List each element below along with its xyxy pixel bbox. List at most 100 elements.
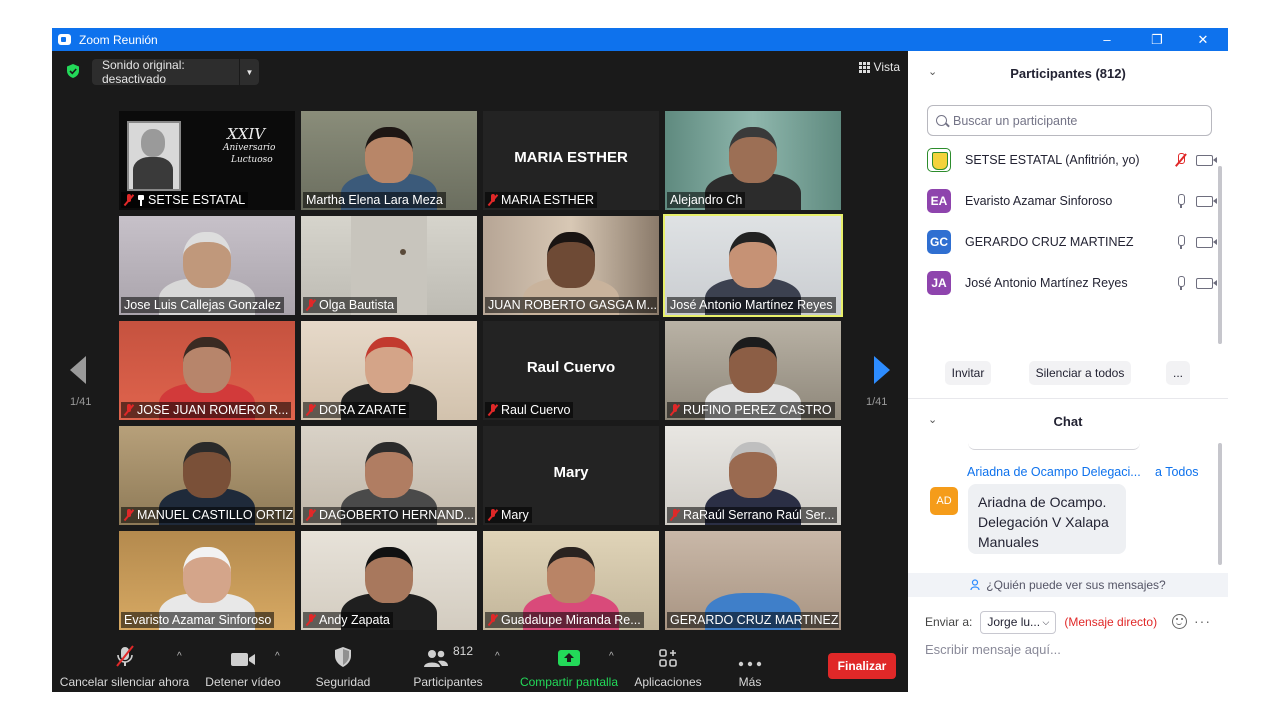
- participant-video-tile[interactable]: JOSE JUAN ROMERO R...: [119, 321, 295, 420]
- previous-page-arrow-icon[interactable]: [70, 356, 86, 384]
- close-button[interactable]: ✕: [1180, 28, 1226, 51]
- participant-video-tile[interactable]: Jose Luis Callejas Gonzalez: [119, 216, 295, 315]
- video-camera-icon[interactable]: [1196, 154, 1217, 166]
- participant-row[interactable]: GC GERARDO CRUZ MARTINEZ: [927, 226, 1217, 258]
- chat-scrollbar[interactable]: [1218, 443, 1222, 565]
- chat-more-icon[interactable]: ···: [1194, 613, 1211, 629]
- security-button[interactable]: Seguridad: [310, 640, 376, 692]
- mute-all-button[interactable]: Silenciar a todos: [1029, 361, 1131, 385]
- participant-name-label: DORA ZARATE: [303, 402, 410, 418]
- microphone-muted-icon[interactable]: [1174, 153, 1188, 167]
- participant-video-tile[interactable]: Martha Elena Lara Meza: [301, 111, 477, 210]
- unmute-label: Cancelar silenciar ahora: [59, 675, 190, 689]
- participant-video-tile[interactable]: GERARDO CRUZ MARTINEZ: [665, 531, 841, 630]
- collapse-chat-chevron-icon[interactable]: ⌄: [928, 413, 937, 426]
- video-area: Sonido original: desactivado ▼ Vista 1/4…: [52, 51, 908, 640]
- emoji-icon[interactable]: [1172, 614, 1187, 629]
- participant-name: DORA ZARATE: [319, 403, 407, 417]
- microphone-muted-icon: [306, 614, 316, 626]
- original-sound-dropdown[interactable]: ▼: [239, 59, 259, 85]
- participant-video-tile[interactable]: RUFINO PEREZ CASTRO: [665, 321, 841, 420]
- apps-label: Aplicaciones: [634, 675, 702, 689]
- collapse-participants-chevron-icon[interactable]: ⌄: [928, 65, 937, 78]
- participant-name: José Antonio Martínez Reyes: [670, 298, 833, 312]
- invite-button[interactable]: Invitar: [945, 361, 991, 385]
- chat-header: ⌄ Chat: [908, 399, 1228, 443]
- chat-recipient: a Todos: [1155, 465, 1199, 479]
- send-to-label: Enviar a:: [925, 615, 973, 629]
- unmute-button[interactable]: Cancelar silenciar ahora: [59, 640, 190, 692]
- participant-video-tile[interactable]: José Antonio Martínez Reyes: [663, 214, 843, 317]
- microphone-icon[interactable]: [1174, 194, 1188, 208]
- participant-video-tile[interactable]: Olga Bautista: [301, 216, 477, 315]
- audio-options-caret-icon[interactable]: ^: [177, 651, 182, 662]
- microphone-muted-icon: [115, 645, 134, 667]
- microphone-muted-icon: [488, 404, 498, 416]
- participant-video-tile[interactable]: Andy Zapata: [301, 531, 477, 630]
- minimize-button[interactable]: –: [1084, 28, 1130, 51]
- send-to-select[interactable]: Jorge lu... ⌵: [980, 610, 1057, 634]
- participant-video-tile[interactable]: Guadalupe Miranda Re...: [483, 531, 659, 630]
- participant-video-tile[interactable]: Evaristo Azamar Sinforoso: [119, 531, 295, 630]
- participant-name-label: Olga Bautista: [303, 297, 398, 313]
- participant-row[interactable]: JA José Antonio Martínez Reyes: [927, 267, 1217, 299]
- chat-sender-avatar: AD: [930, 487, 958, 515]
- microphone-icon[interactable]: [1174, 235, 1188, 249]
- chat-sender-name[interactable]: Ariadna de Ocampo Delegaci...: [967, 465, 1141, 479]
- participant-row[interactable]: EA Evaristo Azamar Sinforoso: [927, 185, 1217, 217]
- participant-video-tile[interactable]: DORA ZARATE: [301, 321, 477, 420]
- video-camera-icon[interactable]: [1196, 236, 1217, 248]
- who-can-see-label: ¿Quién puede ver sus mensajes?: [986, 578, 1166, 592]
- share-screen-button[interactable]: Compartir pantalla: [518, 640, 620, 692]
- view-button[interactable]: Vista: [858, 60, 900, 74]
- side-panel: ⌄ Participantes (812) Buscar un particip…: [908, 51, 1228, 692]
- who-can-see-link[interactable]: ¿Quién puede ver sus mensajes?: [908, 573, 1228, 597]
- maximize-button[interactable]: ❐: [1134, 28, 1180, 51]
- pin-icon: [137, 194, 145, 206]
- participant-video-tile[interactable]: MANUEL CASTILLO ORTIZ: [119, 426, 295, 525]
- video-options-caret-icon[interactable]: ^: [275, 651, 280, 662]
- participants-header: ⌄ Participantes (812): [908, 51, 1228, 95]
- participant-video-tile[interactable]: Raul Cuervo Raul Cuervo: [483, 321, 659, 420]
- more-button[interactable]: Más: [732, 640, 768, 692]
- video-camera-icon[interactable]: [1196, 195, 1217, 207]
- microphone-muted-icon: [488, 614, 498, 626]
- participants-scrollbar[interactable]: [1218, 166, 1222, 344]
- next-page-arrow-icon[interactable]: [874, 356, 890, 384]
- stop-video-button[interactable]: Detener vídeo: [202, 640, 284, 692]
- participants-more-button[interactable]: ...: [1166, 361, 1190, 385]
- chat-message-input[interactable]: [925, 637, 1215, 661]
- end-meeting-button[interactable]: Finalizar: [828, 653, 896, 679]
- encryption-shield-icon[interactable]: [66, 64, 80, 78]
- participant-name-label: DAGOBERTO HERNAND...: [303, 507, 475, 523]
- apps-button[interactable]: Aplicaciones: [632, 640, 704, 692]
- participant-search-field[interactable]: Buscar un participante: [927, 105, 1212, 136]
- participant-video-tile[interactable]: MARIA ESTHER MARIA ESTHER: [483, 111, 659, 210]
- participant-video-tile[interactable]: XXIV Aniversario Luctuoso SETSE ESTATAL: [119, 111, 295, 210]
- original-sound-button[interactable]: Sonido original: desactivado ▼: [92, 58, 259, 86]
- participant-video-tile[interactable]: JUAN ROBERTO GASGA M...: [483, 216, 659, 315]
- video-camera-icon[interactable]: [1196, 277, 1217, 289]
- participant-row-name: SETSE ESTATAL (Anfitrión, yo): [965, 153, 1140, 167]
- participant-name: Mary: [501, 508, 529, 522]
- participants-button[interactable]: 812 Participantes: [408, 640, 488, 692]
- participant-name-label: JUAN ROBERTO GASGA M...: [485, 297, 657, 313]
- microphone-icon[interactable]: [1174, 276, 1188, 290]
- participant-video-tile[interactable]: RaRaúl Serrano Raúl Ser...: [665, 426, 841, 525]
- send-to-row: Enviar a: Jorge lu... ⌵ (Mensaje directo…: [925, 610, 1157, 634]
- chat-message-line: Delegación V Xalapa: [978, 514, 1109, 530]
- share-screen-icon: [558, 650, 580, 666]
- participant-video-tile[interactable]: Mary Mary: [483, 426, 659, 525]
- participant-video-tile[interactable]: DAGOBERTO HERNAND...: [301, 426, 477, 525]
- participant-video-tile[interactable]: Alejandro Ch: [665, 111, 841, 210]
- page-indicator-left: 1/41: [70, 396, 92, 408]
- share-options-caret-icon[interactable]: ^: [609, 651, 614, 662]
- participant-name: SETSE ESTATAL: [148, 193, 246, 207]
- participant-name-label: RaRaúl Serrano Raúl Ser...: [667, 507, 838, 523]
- participants-options-caret-icon[interactable]: ^: [495, 651, 500, 662]
- participant-name: MARIA ESTHER: [501, 193, 595, 207]
- participant-row[interactable]: SETSE ESTATAL (Anfitrión, yo): [927, 144, 1217, 176]
- video-camera-icon: [231, 653, 255, 666]
- title-bar: Zoom Reunión – ❐ ✕: [52, 28, 1228, 51]
- participant-search-placeholder: Buscar un participante: [953, 113, 1078, 128]
